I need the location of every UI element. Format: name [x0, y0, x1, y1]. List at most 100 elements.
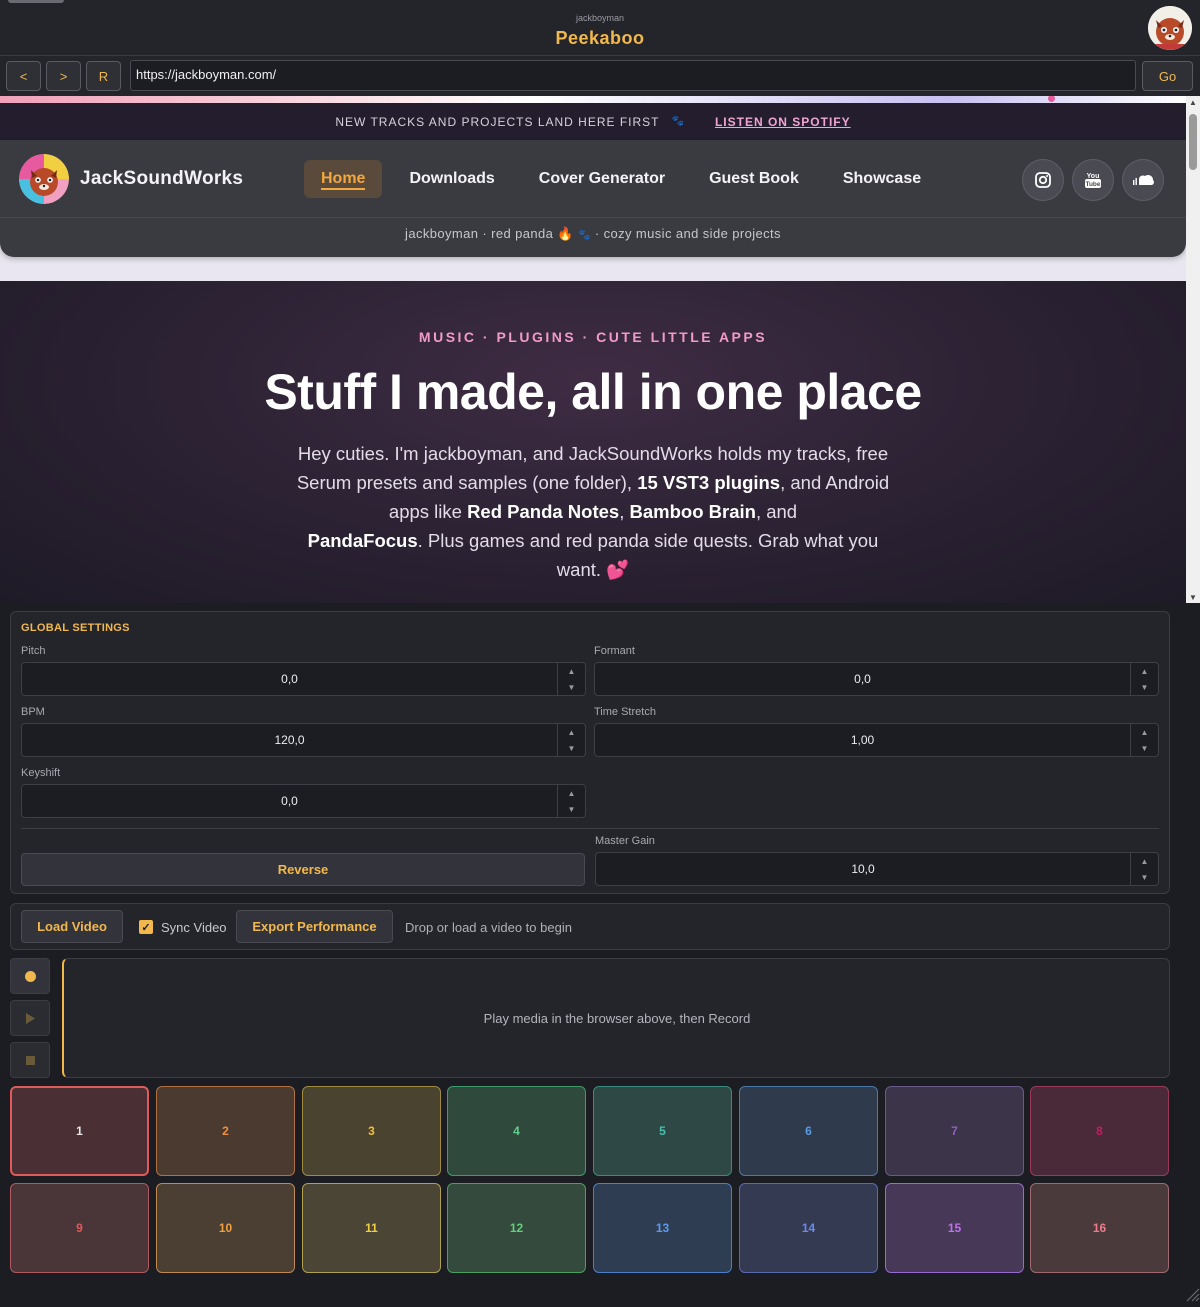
tab-stub: [8, 0, 64, 3]
reverse-button[interactable]: Reverse: [21, 853, 585, 886]
pad-8[interactable]: 8: [1030, 1086, 1169, 1176]
bpm-spinbox[interactable]: 120,0 ▲▼: [21, 723, 586, 757]
scroll-up-icon[interactable]: ▲: [1186, 96, 1200, 108]
site-nav-cover-generator[interactable]: Cover Generator: [539, 170, 665, 188]
timeline-message: Play media in the browser above, then Re…: [64, 1011, 1170, 1026]
pad-13[interactable]: 13: [593, 1183, 732, 1273]
bpm-stepper[interactable]: ▲▼: [557, 724, 585, 756]
pad-4[interactable]: 4: [447, 1086, 586, 1176]
decrement-icon[interactable]: ▼: [1131, 740, 1158, 756]
hero-title: Stuff I made, all in one place: [0, 363, 1186, 421]
keyshift-spinbox[interactable]: 0,0 ▲▼: [21, 784, 586, 818]
instagram-icon[interactable]: [1022, 159, 1064, 201]
decrement-icon[interactable]: ▼: [558, 679, 585, 695]
bpm-value[interactable]: 120,0: [22, 724, 557, 756]
site-name[interactable]: JackSoundWorks: [80, 168, 243, 190]
spotify-link[interactable]: LISTEN ON SPOTIFY: [715, 115, 851, 129]
reload-button[interactable]: R: [86, 61, 121, 91]
youtube-icon[interactable]: YouTube: [1072, 159, 1114, 201]
master-gain-spinbox[interactable]: 10,0 ▲▼: [595, 852, 1159, 886]
increment-icon[interactable]: ▲: [558, 785, 585, 801]
back-button[interactable]: <: [6, 61, 41, 91]
time-stretch-stepper[interactable]: ▲▼: [1130, 724, 1158, 756]
export-performance-button[interactable]: Export Performance: [236, 910, 393, 943]
decrement-icon[interactable]: ▼: [558, 740, 585, 756]
pad-15[interactable]: 15: [885, 1183, 1024, 1273]
resize-grip-icon[interactable]: [1182, 1284, 1200, 1302]
go-button[interactable]: Go: [1142, 61, 1193, 91]
time-stretch-value[interactable]: 1,00: [595, 724, 1130, 756]
increment-icon[interactable]: ▲: [558, 724, 585, 740]
pad-6[interactable]: 6: [739, 1086, 878, 1176]
keyshift-label: Keyshift: [21, 767, 60, 779]
pad-1[interactable]: 1: [10, 1086, 149, 1176]
increment-icon[interactable]: ▲: [1131, 724, 1158, 740]
master-gain-value[interactable]: 10,0: [596, 853, 1130, 885]
site-nav-home-label: Home: [321, 170, 365, 190]
hero-highlight: Bamboo Brain: [630, 501, 756, 522]
load-video-button[interactable]: Load Video: [21, 910, 123, 943]
increment-icon[interactable]: ▲: [1131, 853, 1158, 869]
pad-16[interactable]: 16: [1030, 1183, 1169, 1273]
master-gain-stepper[interactable]: ▲▼: [1130, 853, 1158, 885]
keyshift-stepper[interactable]: ▲▼: [557, 785, 585, 817]
play-button[interactable]: [10, 1000, 50, 1036]
scrollbar-thumb[interactable]: [1189, 114, 1197, 170]
browser-scrollbar[interactable]: ▲ ▼: [1186, 96, 1200, 603]
hero-kicker: MUSIC · PLUGINS · CUTE LITTLE APPS: [0, 329, 1186, 345]
url-input[interactable]: https://jackboyman.com/: [130, 60, 1136, 91]
hero-body: Hey cuties. I'm jackboyman, and JackSoun…: [286, 439, 900, 584]
tagline-start: jackboyman · red panda: [405, 226, 553, 241]
stop-icon: [26, 1056, 35, 1065]
header-divider: [0, 217, 1186, 218]
record-button[interactable]: [10, 958, 50, 994]
pad-9[interactable]: 9: [10, 1183, 149, 1273]
announcement-bar: NEW TRACKS AND PROJECTS LAND HERE FIRST …: [0, 103, 1186, 140]
avatar: [1148, 6, 1192, 50]
soundcloud-icon[interactable]: [1122, 159, 1164, 201]
pad-14[interactable]: 14: [739, 1183, 878, 1273]
decrement-icon[interactable]: ▼: [1131, 679, 1158, 695]
pad-7[interactable]: 7: [885, 1086, 1024, 1176]
bpm-label: BPM: [21, 706, 45, 718]
timeline-area[interactable]: Play media in the browser above, then Re…: [62, 958, 1170, 1078]
app-author: jackboyman: [0, 13, 1200, 23]
site-logo[interactable]: [19, 154, 69, 204]
pad-2[interactable]: 2: [156, 1086, 295, 1176]
pitch-spinbox[interactable]: 0,0 ▲▼: [21, 662, 586, 696]
app-title: Peekaboo: [0, 28, 1200, 49]
site-tagline: jackboyman · red panda 🔥 🐾 · cozy music …: [0, 226, 1186, 242]
formant-value[interactable]: 0,0: [595, 663, 1130, 695]
increment-icon[interactable]: ▲: [1131, 663, 1158, 679]
forward-button[interactable]: >: [46, 61, 81, 91]
scroll-down-icon[interactable]: ▼: [1186, 591, 1200, 603]
decrement-icon[interactable]: ▼: [1131, 869, 1158, 885]
sync-video-label[interactable]: Sync Video: [161, 920, 227, 935]
site-nav-home[interactable]: Home: [304, 160, 382, 198]
time-stretch-spinbox[interactable]: 1,00 ▲▼: [594, 723, 1159, 757]
pitch-value[interactable]: 0,0: [22, 663, 557, 695]
pad-12[interactable]: 12: [447, 1183, 586, 1273]
video-toolbar: Load Video ✓ Sync Video Export Performan…: [10, 903, 1170, 950]
svg-text:You: You: [1087, 173, 1100, 180]
hero-highlight: PandaFocus: [308, 530, 418, 551]
site-nav-downloads[interactable]: Downloads: [409, 170, 494, 188]
pad-10[interactable]: 10: [156, 1183, 295, 1273]
web-view[interactable]: NEW TRACKS AND PROJECTS LAND HERE FIRST …: [0, 96, 1186, 603]
pitch-stepper[interactable]: ▲▼: [557, 663, 585, 695]
formant-spinbox[interactable]: 0,0 ▲▼: [594, 662, 1159, 696]
sync-video-checkbox[interactable]: ✓: [139, 920, 153, 934]
decrement-icon[interactable]: ▼: [558, 801, 585, 817]
pad-11[interactable]: 11: [302, 1183, 441, 1273]
site-nav-showcase[interactable]: Showcase: [843, 170, 921, 188]
hero-text: ,: [619, 501, 629, 522]
stop-button[interactable]: [10, 1042, 50, 1078]
pad-3[interactable]: 3: [302, 1086, 441, 1176]
site-nav-guest-book[interactable]: Guest Book: [709, 170, 799, 188]
formant-stepper[interactable]: ▲▼: [1130, 663, 1158, 695]
increment-icon[interactable]: ▲: [558, 663, 585, 679]
svg-text:Tube: Tube: [1085, 181, 1100, 188]
keyshift-value[interactable]: 0,0: [22, 785, 557, 817]
hero-section: MUSIC · PLUGINS · CUTE LITTLE APPS Stuff…: [0, 281, 1186, 603]
pad-5[interactable]: 5: [593, 1086, 732, 1176]
